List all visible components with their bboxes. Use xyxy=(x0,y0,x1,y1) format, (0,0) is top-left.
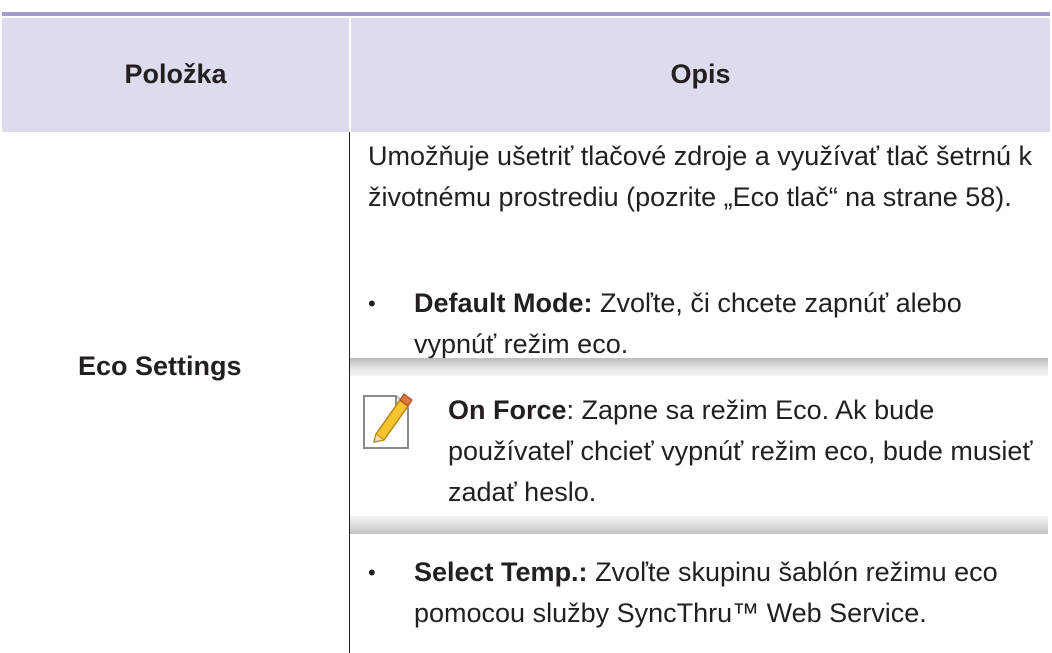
bullet-default-mode: • Default Mode: Zvoľte, či chcete zapnúť… xyxy=(368,283,1040,365)
bullet-term: Select Temp.: xyxy=(414,557,588,587)
bullet-symbol: • xyxy=(368,560,376,585)
note-bottom-bar xyxy=(350,516,1048,534)
note-term: On Force xyxy=(448,395,567,425)
note-pencil-icon xyxy=(363,393,413,449)
column-separator xyxy=(349,132,350,653)
item-name-eco-settings: Eco Settings xyxy=(78,351,242,381)
column-header-item: Položka xyxy=(124,58,227,89)
note-on-force: On Force: Zapne sa režim Eco. Ak bude po… xyxy=(448,390,1042,513)
description-intro: Umožňuje ušetriť tlačové zdroje a využív… xyxy=(368,141,1033,212)
bullet-content: Default Mode: Zvoľte, či chcete zapnúť a… xyxy=(414,283,1040,365)
note-top-bar xyxy=(350,358,1048,376)
bullet-content: Select Temp.: Zvoľte skupinu šablón reži… xyxy=(414,552,1040,634)
bullet-select-temp: • Select Temp.: Zvoľte skupinu šablón re… xyxy=(368,552,1040,634)
column-header-description: Opis xyxy=(670,58,731,89)
table-header-row: Položka Opis xyxy=(2,16,1050,132)
bullet-term: Default Mode: xyxy=(414,288,593,318)
bullet-symbol: • xyxy=(368,291,376,316)
